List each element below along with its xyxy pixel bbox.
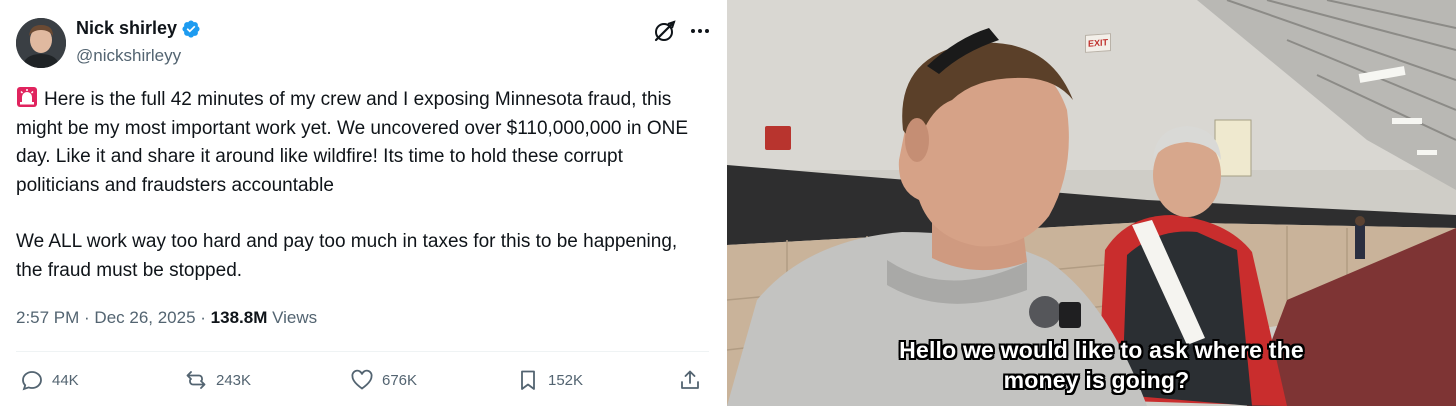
siren-emoji-icon: [17, 87, 37, 107]
more-icon[interactable]: [688, 20, 712, 42]
bookmark-button[interactable]: 152K: [516, 368, 583, 392]
reply-count: 44K: [52, 371, 79, 389]
tweet-card: Nick shirley @nickshirleyy Here is the f…: [0, 0, 727, 406]
repost-count: 243K: [216, 371, 252, 389]
tweet-actions: 44K 243K 676K 152K: [16, 362, 709, 402]
like-icon: [351, 369, 373, 390]
author-handle[interactable]: @nickshirleyy: [76, 46, 181, 66]
share-button[interactable]: [678, 368, 702, 392]
exit-sign: EXIT: [1085, 33, 1111, 53]
repost-icon: [186, 371, 206, 389]
like-count: 676K: [382, 371, 418, 389]
views-label: Views: [267, 308, 318, 327]
author-display-name[interactable]: Nick shirley: [76, 18, 177, 39]
reply-icon: [22, 371, 42, 391]
verified-badge-icon: [182, 19, 200, 38]
reply-button[interactable]: 44K: [20, 368, 79, 392]
repost-button[interactable]: 243K: [184, 368, 251, 392]
views-count: 138.8M: [210, 308, 268, 327]
tweet-meta: 2:57 PM · Dec 26, 2025 · 138.8M Views: [16, 308, 317, 328]
video-frame[interactable]: EXIT Hello we would like to ask where th…: [727, 0, 1456, 406]
author-name-row: Nick shirley: [76, 18, 201, 39]
tweet-paragraph-2: We ALL work way too hard and pay too muc…: [16, 231, 678, 281]
share-icon: [681, 370, 699, 389]
bookmark-count: 152K: [548, 371, 584, 389]
tweet-paragraph-1: Here is the full 42 minutes of my crew a…: [16, 89, 689, 196]
divider: [16, 351, 709, 352]
like-button[interactable]: 676K: [350, 368, 417, 392]
subtitle-line-1: Hello we would like to ask where the: [899, 337, 1304, 363]
avatar[interactable]: [16, 18, 66, 68]
tweet-text: Here is the full 42 minutes of my crew a…: [16, 86, 696, 285]
subtitle-line-2: money is going?: [1003, 367, 1190, 393]
tweet-timestamp[interactable]: 2:57 PM · Dec 26, 2025 ·: [16, 308, 211, 327]
grok-icon[interactable]: [652, 18, 678, 44]
bookmark-icon: [521, 370, 535, 390]
